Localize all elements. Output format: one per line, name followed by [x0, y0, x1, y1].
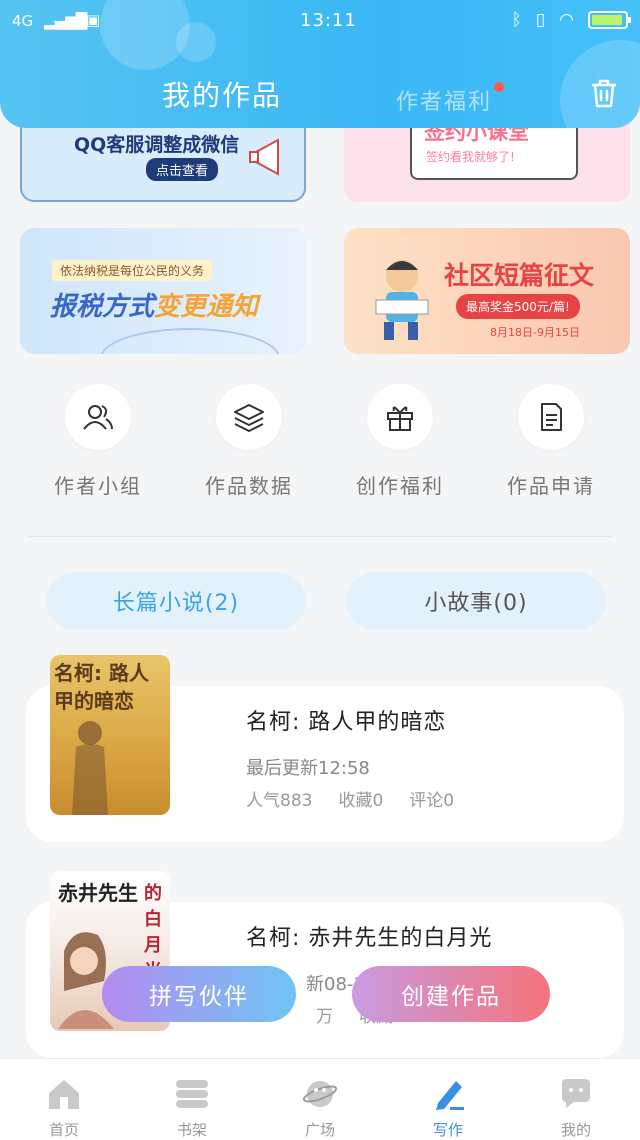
book-cover[interactable]: 名柯: 路人甲的暗恋	[50, 655, 170, 815]
signal-icon: ▂▄▆█	[44, 12, 87, 30]
work-popularity: 人气883	[246, 791, 313, 811]
work-updated: 最后更新12:58	[246, 758, 370, 779]
nav-bookshelf[interactable]: 书架	[128, 1059, 256, 1140]
reading-kid-illustration	[375, 260, 429, 340]
quick-icon-circle	[65, 384, 131, 450]
bookshelf-icon	[176, 1080, 208, 1108]
nav-home[interactable]: 首页	[0, 1059, 128, 1140]
users-icon	[83, 405, 113, 430]
tab-my-works[interactable]: 我的作品	[162, 74, 282, 114]
quick-icon-circle	[367, 384, 433, 450]
partner-button[interactable]: 拼写伙伴	[102, 966, 296, 1022]
work-stats: 人气883 收藏0 评论0	[246, 786, 454, 811]
chat-bubble-icon	[562, 1079, 590, 1108]
nav-me[interactable]: 我的	[512, 1059, 640, 1140]
banner-short-story-contest[interactable]: 社区短篇征文 最高奖金500元/篇! 8月18日-9月15日	[344, 228, 630, 354]
banner-title: 社区短篇征文	[444, 261, 595, 290]
pen-icon	[436, 1081, 464, 1110]
clock: 13:11	[300, 10, 357, 31]
wifi-icon: ◠	[559, 10, 574, 30]
quick-label: 作者小组	[54, 474, 142, 498]
quick-icon-circle	[216, 384, 282, 450]
quick-creation-benefits[interactable]: 创作福利	[340, 384, 460, 499]
quick-label: 作品申请	[507, 474, 595, 498]
nav-label: 写作	[432, 1121, 463, 1139]
battery-icon	[588, 11, 631, 29]
banner-title: 报税方式变更通知	[50, 286, 258, 323]
quick-work-data[interactable]: 作品数据	[189, 384, 309, 499]
segment-short-stories[interactable]: 小故事(0)	[346, 572, 606, 630]
layers-icon	[234, 404, 264, 432]
segment-long-novels[interactable]: 长篇小说(2)	[46, 572, 306, 630]
gift-icon	[387, 406, 413, 431]
tab-author-benefits[interactable]: 作者福利	[396, 84, 492, 116]
trash-icon[interactable]	[590, 78, 618, 108]
banner-tax-notice[interactable]: 依法纳税是每位公民的义务 报税方式变更通知	[20, 228, 306, 354]
status-bar: 4G ▂▄▆█ ▣ 13:11 ᛒ ▯ ◠	[0, 8, 640, 36]
top-header: 4G ▂▄▆█ ▣ 13:11 ᛒ ▯ ◠ 我的作品 作者福利	[0, 0, 640, 128]
bluetooth-icon: ᛒ	[511, 10, 522, 30]
nav-label: 首页	[48, 1121, 79, 1139]
network-indicator: 4G	[12, 12, 34, 30]
work-comments: 评论0	[409, 791, 455, 811]
create-work-button[interactable]: 创建作品	[352, 966, 550, 1022]
status-right: ᛒ ▯ ◠	[511, 10, 631, 30]
work-title: 名柯: 赤井先生的白月光	[246, 926, 493, 951]
home-icon	[49, 1080, 79, 1109]
banner-title-part: 报税方式	[50, 292, 155, 322]
nav-label: 我的	[560, 1121, 591, 1139]
quick-label: 创作福利	[356, 474, 444, 498]
nav-plaza[interactable]: 广场	[256, 1059, 384, 1140]
banner-view-button[interactable]: 点击查看	[146, 158, 219, 181]
cover-figure-illustration	[72, 721, 108, 815]
quick-work-application[interactable]: 作品申请	[491, 384, 611, 499]
quick-label: 作品数据	[205, 474, 293, 498]
planet-icon	[302, 1081, 338, 1107]
notification-dot	[494, 82, 504, 92]
document-icon	[541, 403, 562, 431]
cover-title: 赤井先生	[58, 881, 138, 905]
work-popularity: 万	[316, 1007, 333, 1027]
bottom-nav: 首页 书架 广场 写作 我的	[0, 1058, 640, 1140]
banner-text: QQ客服调整成微信	[74, 134, 240, 156]
banner-subtitle: 签约看我就够了!	[426, 150, 515, 164]
quick-author-group[interactable]: 作者小组	[38, 384, 158, 499]
banner-title-part: 变更通知	[154, 292, 259, 322]
work-title: 名柯: 路人甲的暗恋	[246, 710, 447, 735]
work-favorites: 收藏0	[338, 791, 384, 811]
sim-icon: ▣	[86, 11, 101, 29]
divider	[28, 536, 612, 537]
cover-title: 名柯: 路人甲的暗恋	[54, 661, 149, 713]
nav-writing[interactable]: 写作	[384, 1059, 512, 1140]
banner-prize: 最高奖金500元/篇!	[456, 294, 580, 319]
quick-icon-circle	[518, 384, 584, 450]
banner-tag: 依法纳税是每位公民的义务	[52, 260, 213, 281]
vibrate-icon: ▯	[535, 10, 546, 30]
megaphone-icon	[249, 138, 279, 176]
decor-arc	[100, 328, 280, 354]
nav-label: 广场	[304, 1121, 335, 1139]
banner-date: 8月18日-9月15日	[490, 326, 580, 339]
nav-label: 书架	[176, 1121, 207, 1139]
